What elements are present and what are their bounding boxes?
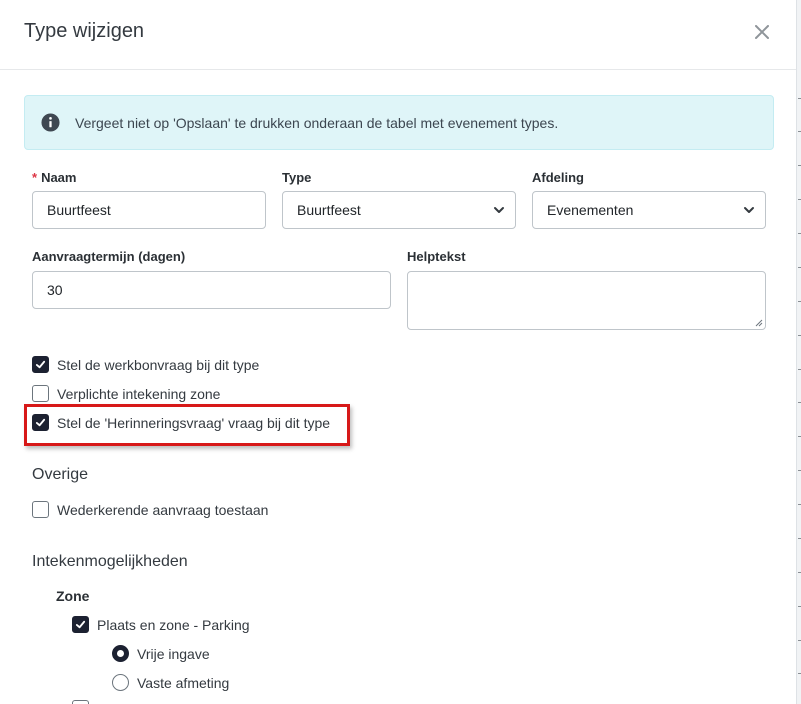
close-icon xyxy=(755,25,769,39)
required-marker: * xyxy=(32,170,38,185)
vrije-ingave-label: Vrije ingave xyxy=(137,645,210,662)
zone-title: Zone xyxy=(56,588,90,604)
naam-label: * Naam xyxy=(32,170,76,185)
modal-header: Type wijzigen xyxy=(0,0,796,70)
type-label: Type xyxy=(282,170,312,185)
helptekst-textarea[interactable] xyxy=(407,271,766,330)
intekening-zone-label: Verplichte intekening zone xyxy=(57,385,221,402)
alert-text: Vergeet niet op 'Opslaan' te drukken ond… xyxy=(75,115,559,131)
werkbonvraag-checkbox[interactable] xyxy=(32,356,49,373)
naam-input[interactable]: Buurtfeest xyxy=(32,191,266,229)
aanvraagtermijn-input[interactable]: 30 xyxy=(32,271,391,309)
next-checkbox-partial[interactable] xyxy=(72,700,89,704)
type-select[interactable]: Buurtfeest xyxy=(282,191,516,229)
chevron-down-icon xyxy=(494,207,504,213)
herinneringsvraag-checkbox[interactable] xyxy=(32,414,49,431)
afdeling-select-value: Evenementen xyxy=(547,202,634,218)
modal-title: Type wijzigen xyxy=(24,20,145,42)
info-circle-icon xyxy=(41,113,60,132)
werkbonvraag-option[interactable]: Stel de werkbonvraag bij dit type xyxy=(32,356,259,373)
intekening-zone-option[interactable]: Verplichte intekening zone xyxy=(32,385,220,402)
type-select-value: Buurtfeest xyxy=(297,202,361,218)
vaste-afmeting-radio[interactable] xyxy=(112,674,129,691)
plaats-zone-parking-label: Plaats en zone - Parking xyxy=(97,616,250,633)
afdeling-select[interactable]: Evenementen xyxy=(532,191,766,229)
helptekst-label: Helptekst xyxy=(407,249,466,264)
overige-title: Overige xyxy=(32,466,89,483)
vrije-ingave-option[interactable]: Vrije ingave xyxy=(112,645,210,662)
intekening-zone-checkbox[interactable] xyxy=(32,385,49,402)
check-icon xyxy=(35,418,46,427)
intekenmogelijkheden-title: Intekenmogelijkheden xyxy=(32,553,188,570)
wederkerende-label: Wederkerende aanvraag toestaan xyxy=(57,501,269,518)
background-page-edge xyxy=(797,0,801,704)
edit-type-modal: Type wijzigen Vergeet niet op 'Opslaan' … xyxy=(0,0,797,704)
vaste-afmeting-option[interactable]: Vaste afmeting xyxy=(112,674,229,691)
werkbonvraag-label: Stel de werkbonvraag bij dit type xyxy=(57,356,260,373)
resize-grip-icon[interactable] xyxy=(755,319,763,327)
naam-label-text: Naam xyxy=(41,170,77,185)
wederkerende-checkbox[interactable] xyxy=(32,501,49,518)
herinneringsvraag-option[interactable]: Stel de 'Herinneringsvraag' vraag bij di… xyxy=(32,414,330,431)
info-alert: Vergeet niet op 'Opslaan' te drukken ond… xyxy=(24,95,774,150)
check-icon xyxy=(75,620,86,629)
herinneringsvraag-label: Stel de 'Herinneringsvraag' vraag bij di… xyxy=(57,414,331,431)
aanvraagtermijn-label: Aanvraagtermijn (dagen) xyxy=(32,249,186,264)
chevron-down-icon xyxy=(744,207,754,213)
wederkerende-option[interactable]: Wederkerende aanvraag toestaan xyxy=(32,501,268,518)
vrije-ingave-radio[interactable] xyxy=(112,645,129,662)
afdeling-label: Afdeling xyxy=(532,170,584,185)
close-button[interactable] xyxy=(750,19,774,45)
naam-input-value: Buurtfeest xyxy=(47,202,111,218)
vaste-afmeting-label: Vaste afmeting xyxy=(137,674,230,691)
plaats-zone-parking-option[interactable]: Plaats en zone - Parking xyxy=(72,616,250,633)
check-icon xyxy=(35,360,46,369)
aanvraagtermijn-input-value: 30 xyxy=(47,282,63,298)
plaats-zone-parking-checkbox[interactable] xyxy=(72,616,89,633)
